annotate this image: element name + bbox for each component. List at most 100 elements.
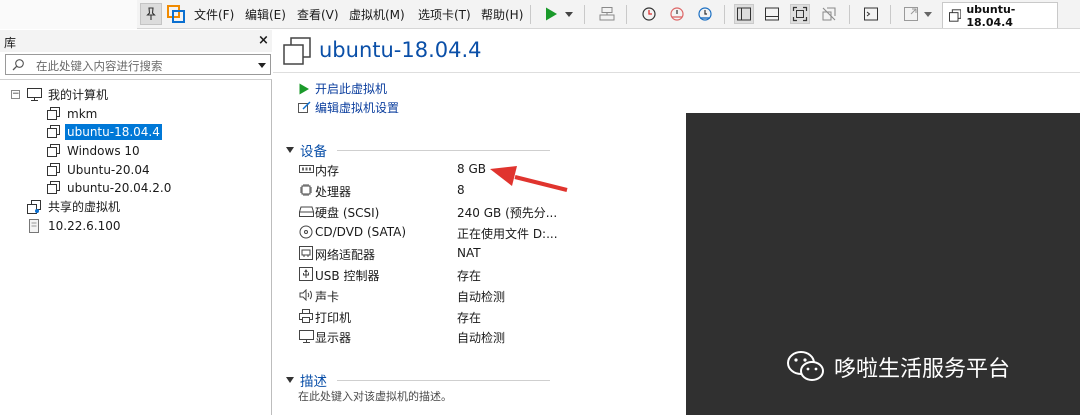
thumbnail-bar-icon[interactable] [762,4,782,24]
menu-view[interactable]: 查看(V) [297,6,339,23]
device-value: 自动检测 [457,290,506,304]
cpu-icon [298,183,314,197]
vm-icon [45,143,61,159]
menu-edit[interactable]: 编辑(E) [245,6,286,23]
toolbar-separator [626,5,627,24]
device-row-cd-dvd[interactable]: CD/DVD (SATA) 正在使用文件 D:... [298,223,558,242]
description-field[interactable]: 在此处键入对该虚拟机的描述。 [298,388,452,404]
memory-icon [298,162,314,176]
pin-icon[interactable] [140,3,162,25]
tree-item-shared-vms[interactable]: 共享的虚拟机 [26,197,122,216]
play-icon [299,83,309,94]
device-name: 内存 [315,164,340,178]
vm-icon [45,106,61,122]
close-icon[interactable]: × [258,33,269,48]
tree-label: 我的计算机 [48,88,109,102]
menu-help[interactable]: 帮助(H) [481,6,523,23]
vmware-logo-icon [167,5,185,23]
show-library-icon[interactable] [734,4,754,24]
tree-item-my-computer[interactable]: 我的计算机 [26,85,110,104]
stretch-view-icon[interactable] [901,4,921,24]
device-name: 声卡 [315,290,340,304]
send-ctrl-alt-del-icon[interactable] [597,4,617,24]
watermark: 哆啦生活服务平台 [786,350,1010,384]
tree-item-vm[interactable]: Windows 10 [45,141,142,160]
snapshot-icon[interactable] [639,4,659,24]
printer-icon [298,309,314,323]
harddisk-icon [298,204,314,218]
section-divider [337,150,550,151]
collapse-icon[interactable]: − [11,90,20,99]
device-value: 存在 [457,311,482,325]
menu-file[interactable]: 文件(F) [194,6,234,23]
search-placeholder: 在此处键入内容进行搜索 [36,59,163,73]
sound-card-icon [298,288,314,302]
tree-label: 10.22.6.100 [48,218,121,233]
device-row-sound[interactable]: 声卡 自动检测 [298,286,558,305]
cd-dvd-icon [298,225,314,239]
power-on-label: 开启此虚拟机 [315,82,388,96]
tree-item-vm[interactable]: ubuntu-20.04.2.0 [45,178,173,197]
tree-label: mkm [67,106,98,121]
device-row-display[interactable]: 显示器 自动检测 [298,327,558,346]
wechat-icon [787,351,824,381]
tree-item-vm[interactable]: mkm [45,104,99,123]
tree-label: Ubuntu-20.04 [67,162,150,177]
library-header: 库 × [0,30,272,52]
device-value: NAT [457,246,481,260]
play-icon[interactable] [541,4,561,24]
menu-vm[interactable]: 虚拟机(M) [349,6,405,23]
server-icon [26,218,42,234]
vm-icon [45,162,61,178]
toolbar-separator [724,5,725,24]
library-tree: − 我的计算机 mkm ubuntu-18.04.4 Windows 10 Ub… [0,79,272,415]
device-name: 网络适配器 [315,248,376,262]
device-row-usb[interactable]: USB 控制器 存在 [298,265,558,284]
computer-icon [26,87,42,103]
search-icon [12,59,24,71]
section-divider [337,380,550,381]
full-screen-icon[interactable] [790,4,810,24]
play-dropdown-icon[interactable] [562,4,576,24]
network-adapter-icon [298,246,314,260]
display-icon [298,329,314,343]
vm-icon [45,124,61,140]
device-row-processor[interactable]: 处理器 8 [298,181,558,200]
tree-item-vm[interactable]: Ubuntu-20.04 [45,160,152,179]
vm-header: ubuntu-18.04.4 [273,30,1080,73]
device-name: 显示器 [315,331,352,345]
device-name: 处理器 [315,185,352,199]
device-row-printer[interactable]: 打印机 存在 [298,307,558,326]
page-title: ubuntu-18.04.4 [319,38,482,62]
device-row-harddisk[interactable]: 硬盘 (SCSI) 240 GB (预先分... [298,202,558,221]
tree-label: Windows 10 [67,143,140,158]
chevron-down-icon [286,147,294,153]
edit-settings-icon [298,101,311,113]
watermark-text: 哆啦生活服务平台 [834,357,1011,382]
edit-settings-button[interactable]: 编辑虚拟机设置 [298,99,399,116]
tree-item-vm-selected[interactable]: ubuntu-18.04.4 [45,122,162,141]
device-row-memory[interactable]: 内存 8 GB [298,160,558,179]
description-section-toggle[interactable]: 描述 [286,370,327,390]
toolbar-separator [849,5,850,24]
device-value: 正在使用文件 D:... [457,227,558,241]
chevron-down-icon [286,377,294,383]
snapshot-manager-icon[interactable] [695,4,715,24]
device-row-network[interactable]: 网络适配器 NAT [298,244,558,263]
chevron-down-icon[interactable] [258,63,266,68]
revert-snapshot-icon[interactable] [667,4,687,24]
power-on-button[interactable]: 开启此虚拟机 [298,80,387,97]
tree-item-remote-host[interactable]: 10.22.6.100 [26,216,123,235]
device-value: 8 [457,183,465,197]
stretch-dropdown-icon[interactable] [922,4,934,24]
toolbar-separator [584,5,585,24]
console-view-icon[interactable] [861,4,881,24]
search-input[interactable]: 在此处键入内容进行搜索 [5,54,271,75]
tab-ubuntu-18-04-4[interactable]: ubuntu-18.04.4 [942,2,1058,29]
menu-tabs[interactable]: 选项卡(T) [418,6,471,23]
tree-label: ubuntu-18.04.4 [65,123,162,140]
library-title: 库 [4,36,17,50]
unity-icon[interactable] [819,4,839,24]
shared-vm-icon [26,199,42,215]
devices-section-toggle[interactable]: 设备 [286,140,327,160]
